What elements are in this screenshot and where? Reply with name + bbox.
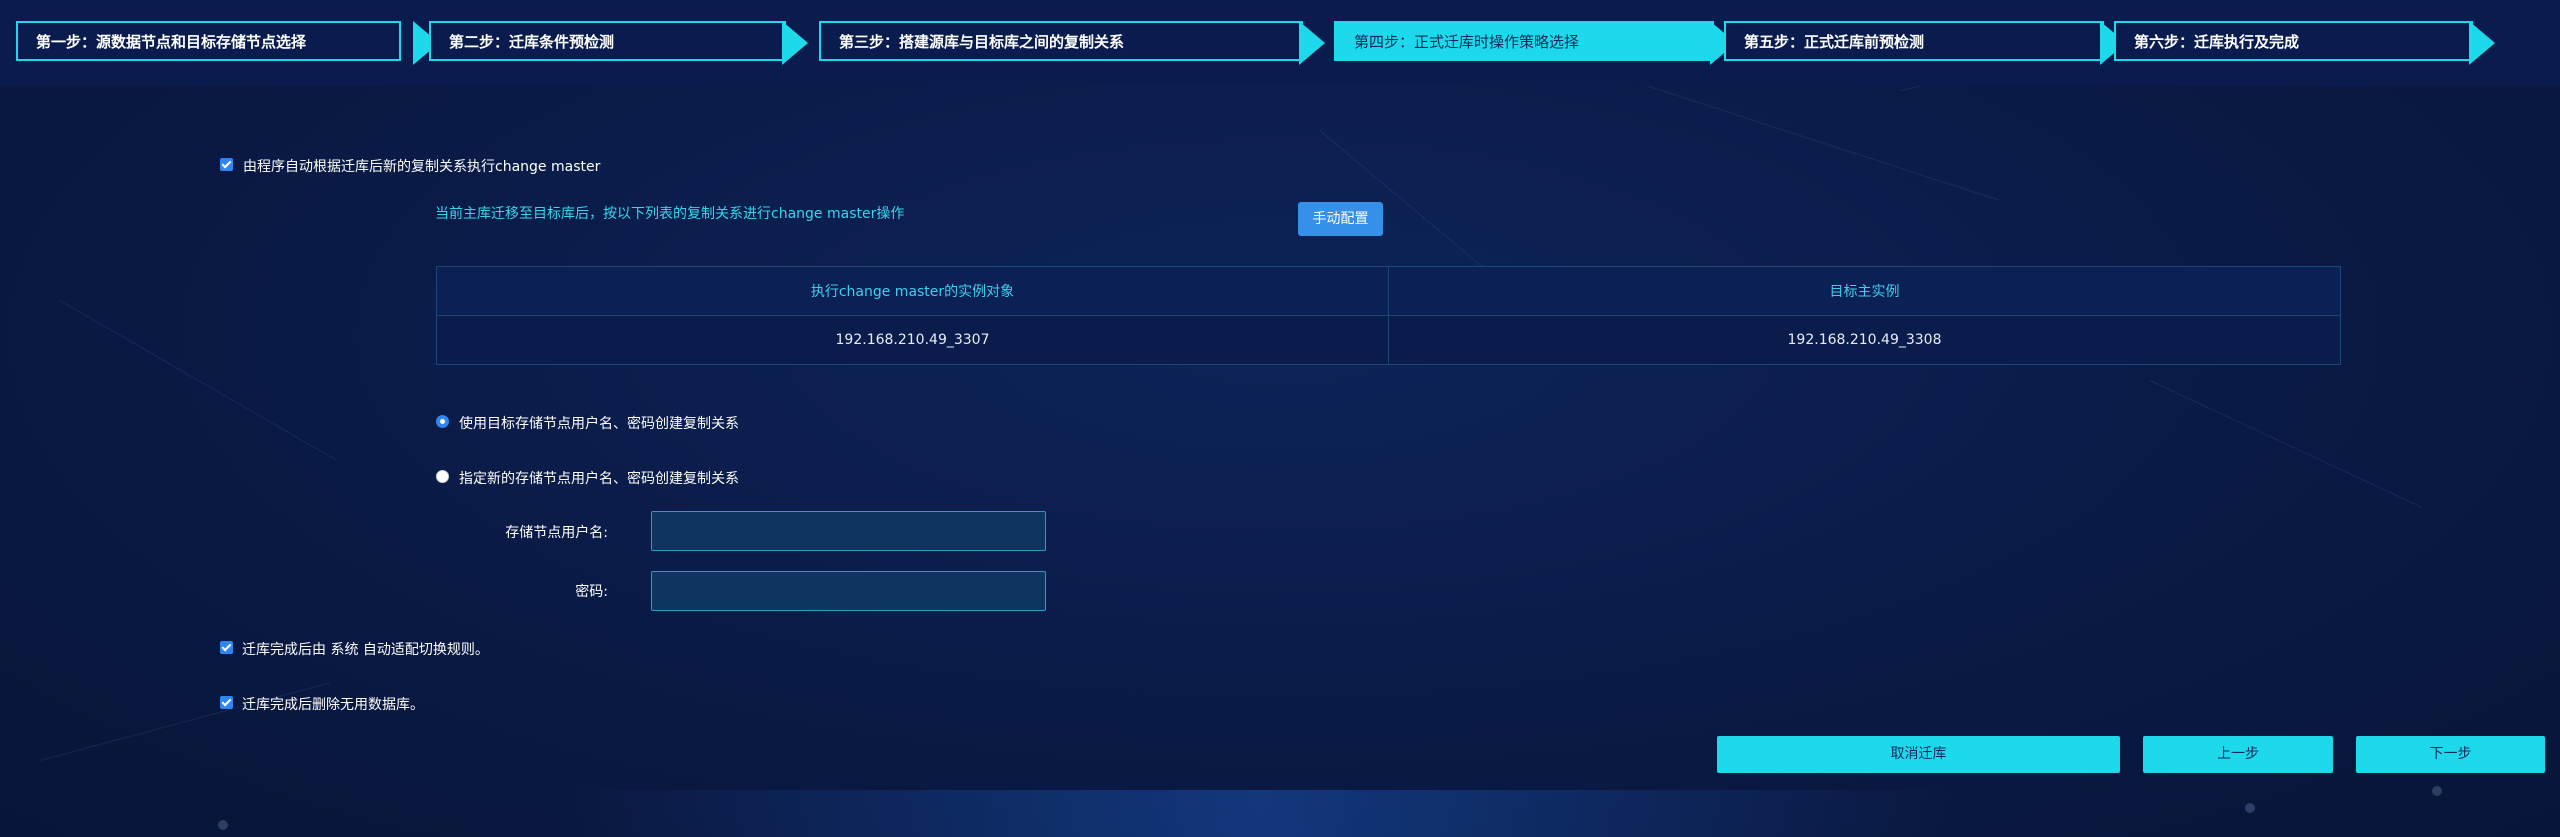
step-arrow-icon	[782, 21, 808, 65]
step-5-label: 第五步：正式迁库前预检测	[1724, 21, 2104, 61]
decorative-line	[1599, 70, 2000, 201]
change-master-table: 执行change master的实例对象 目标主实例 192.168.210.4…	[436, 266, 2341, 365]
password-input[interactable]	[651, 571, 1046, 611]
username-label: 存储节点用户名:	[505, 525, 608, 541]
delete-unused-db-checkbox[interactable]	[220, 696, 233, 709]
table-cell-instance: 192.168.210.49_3307	[436, 315, 1389, 365]
specify-new-credentials-radio[interactable]	[436, 470, 449, 483]
prev-step-button[interactable]: 上一步	[2143, 736, 2333, 773]
delete-unused-db-label: 迁库完成后删除无用数据库。	[242, 697, 424, 713]
step-arrow-icon	[1299, 21, 1325, 65]
step-2-label: 第二步：迁库条件预检测	[429, 21, 786, 61]
step-progress-bar: 第一步：源数据节点和目标存储节点选择 第二步：迁库条件预检测 第三步：搭建源库与…	[0, 0, 2560, 86]
column-header-target-master: 目标主实例	[1388, 266, 2341, 316]
use-target-credentials-label: 使用目标存储节点用户名、密码创建复制关系	[459, 416, 739, 432]
table-header-row: 执行change master的实例对象 目标主实例	[436, 266, 2341, 316]
step-6-label: 第六步：迁库执行及完成	[2114, 21, 2473, 61]
auto-switch-rules-label: 迁库完成后由 系统 自动适配切换规则。	[242, 642, 489, 658]
decorative-dot	[2432, 786, 2442, 796]
auto-change-master-checkbox[interactable]	[220, 158, 233, 171]
decorative-line	[59, 300, 338, 461]
step-1-label: 第一步：源数据节点和目标存储节点选择	[16, 21, 401, 61]
decorative-line	[2149, 380, 2422, 508]
specify-new-credentials-label: 指定新的存储节点用户名、密码创建复制关系	[459, 471, 739, 487]
decorative-dot	[2245, 803, 2255, 813]
table-cell-target-master: 192.168.210.49_3308	[1388, 315, 2341, 365]
auto-change-master-label: 由程序自动根据迁库后新的复制关系执行change master	[243, 159, 601, 175]
decorative-glow	[560, 790, 1960, 837]
cancel-migration-button[interactable]: 取消迁库	[1717, 736, 2120, 773]
use-target-credentials-radio[interactable]	[436, 415, 449, 428]
next-step-button[interactable]: 下一步	[2356, 736, 2545, 773]
table-row: 192.168.210.49_3307 192.168.210.49_3308	[436, 315, 2341, 365]
decorative-dot	[218, 820, 228, 830]
username-input[interactable]	[651, 511, 1046, 551]
auto-switch-rules-checkbox[interactable]	[220, 641, 233, 654]
password-label: 密码:	[575, 584, 608, 600]
column-header-instance: 执行change master的实例对象	[436, 266, 1389, 316]
step-4-label: 第四步：正式迁库时操作策略选择	[1334, 21, 1714, 61]
change-master-hint: 当前主库迁移至目标库后，按以下列表的复制关系进行change master操作	[435, 206, 905, 222]
migration-wizard-page: 第一步：源数据节点和目标存储节点选择 第二步：迁库条件预检测 第三步：搭建源库与…	[0, 0, 2560, 837]
step-3-label: 第三步：搭建源库与目标库之间的复制关系	[819, 21, 1303, 61]
manual-config-button[interactable]: 手动配置	[1298, 202, 1383, 236]
step-arrow-icon	[2469, 21, 2495, 65]
